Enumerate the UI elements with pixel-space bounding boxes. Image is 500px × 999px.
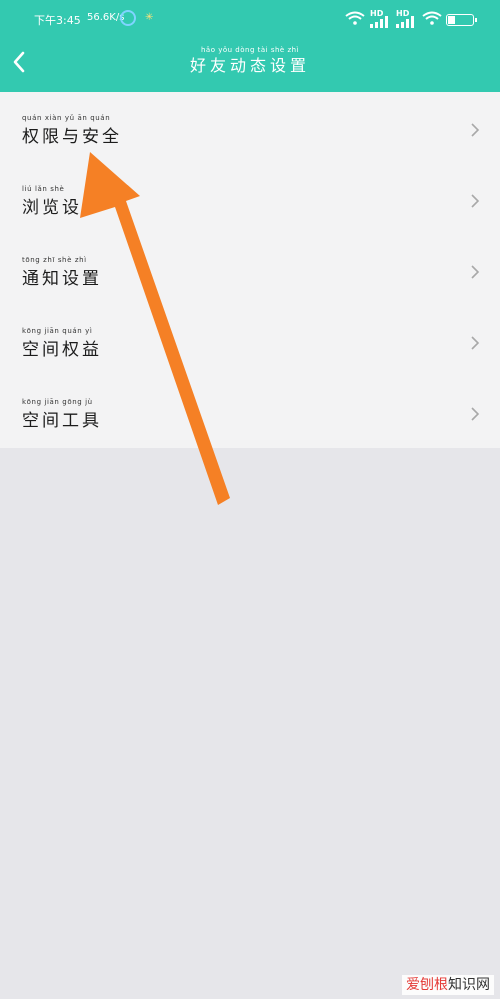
app-header: 下午3:45 56.6K/s ✳ HD HD hǎo yǒu dòng tài … (0, 0, 500, 92)
watermark-text-b: 知识网 (448, 977, 490, 993)
menu-item-label: 权限与安全 (22, 127, 122, 147)
menu-item-label: 空间权益 (22, 340, 102, 360)
page-title: hǎo yǒu dòng tài shè zhì 好友动态设置 (150, 46, 350, 77)
chevron-right-icon (471, 265, 480, 279)
menu-item-pinyin: tōng zhī shè zhì (22, 256, 87, 264)
wifi-icon (345, 11, 365, 25)
watermark-text-a: 爱刨根 (406, 977, 448, 993)
network-speed: 56.6K/s (87, 12, 125, 23)
menu-item-permissions[interactable]: quán xiàn yǔ ān quán 权限与安全 (0, 92, 500, 163)
menu-item-label: 浏览设 (22, 198, 82, 218)
status-bar: 下午3:45 56.6K/s ✳ HD HD (0, 6, 500, 30)
battery-icon (446, 14, 477, 26)
chevron-right-icon (471, 336, 480, 350)
chevron-right-icon (471, 194, 480, 208)
signal-icon (396, 16, 414, 28)
menu-item-pinyin: kōng jiān gōng jù (22, 398, 93, 406)
status-time: 下午3:45 (34, 14, 81, 27)
menu-item-label: 空间工具 (22, 411, 102, 431)
menu-item-notifications[interactable]: tōng zhī shè zhì 通知设置 (0, 234, 500, 305)
page-title-pinyin: hǎo yǒu dòng tài shè zhì (200, 46, 300, 54)
menu-item-space-tools[interactable]: kōng jiān gōng jù 空间工具 (0, 376, 500, 447)
menu-item-pinyin: kōng jiān quán yì (22, 327, 93, 335)
page-title-text: 好友动态设置 (189, 56, 310, 75)
back-button[interactable] (8, 48, 32, 76)
menu-item-pinyin: liú lǎn shè (22, 185, 65, 193)
notification-icon: ✳ (145, 12, 154, 23)
menu-item-browse[interactable]: liú lǎn shè 浏览设 (0, 163, 500, 234)
menu-item-pinyin: quán xiàn yǔ ān quán (22, 114, 111, 122)
signal-icon (370, 16, 388, 28)
chevron-left-icon (13, 51, 25, 73)
settings-list: quán xiàn yǔ ān quán 权限与安全 liú lǎn shè 浏… (0, 92, 500, 448)
ring-icon (120, 10, 136, 26)
chevron-right-icon (471, 407, 480, 421)
chevron-right-icon (471, 123, 480, 137)
menu-item-space-rights[interactable]: kōng jiān quán yì 空间权益 (0, 305, 500, 376)
watermark: 爱刨根知识网 (402, 975, 494, 995)
menu-item-label: 通知设置 (22, 269, 102, 289)
wifi-icon (422, 11, 442, 25)
